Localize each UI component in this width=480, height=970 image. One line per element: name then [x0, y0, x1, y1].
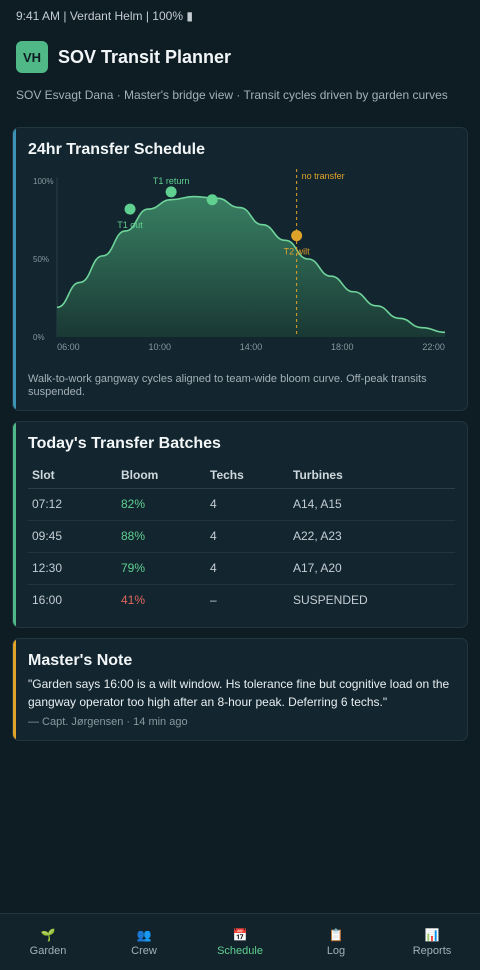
cell-techs: 4	[206, 552, 289, 585]
column-header-techs: Techs	[206, 462, 289, 489]
nav-label: Schedule	[217, 945, 263, 957]
nav-label: Log	[326, 945, 346, 957]
nav-label: Reports	[412, 945, 452, 957]
x-tick-label: 14:00	[240, 342, 263, 352]
cell-turbines: A17, A20	[289, 552, 455, 585]
cell-turbines: A14, A15	[289, 488, 455, 521]
nav-item-schedule[interactable]: 📅 Schedule	[192, 914, 288, 970]
cell-slot: 07:12	[28, 488, 117, 521]
cell-slot: 09:45	[28, 520, 117, 553]
cell-techs: –	[210, 593, 217, 608]
people-icon: 👥	[136, 928, 152, 942]
nav-label: Garden	[29, 945, 67, 957]
bar-chart-icon: 📊	[424, 928, 440, 942]
column-header-turbines: Turbines	[289, 462, 455, 489]
bottom-nav: 🌱 Garden 👥 Crew 📅 Schedule 📋 Log 📊 Repor…	[0, 913, 480, 970]
x-tick-label: 18:00	[331, 342, 354, 352]
marker-label: T1 out	[117, 220, 143, 230]
app-header: VH SOV Transit Planner	[16, 41, 231, 73]
nav-item-crew[interactable]: 👥 Crew	[96, 914, 192, 970]
nav-item-log[interactable]: 📋 Log	[288, 914, 384, 970]
cell-bloom: 88%	[117, 520, 206, 553]
x-tick-label: 06:00	[57, 342, 80, 352]
batches-card-title: Today's Transfer Batches	[28, 435, 221, 452]
marker-label: T1 return	[153, 176, 190, 186]
table-row[interactable]: 16:00 41% – SUSPENDED	[28, 584, 455, 616]
note-quote: "Garden says 16:00 is a wilt window. Hs …	[28, 677, 450, 709]
table-row[interactable]: 12:30 79% 4 A17, A20	[28, 552, 455, 585]
schedule-card: 24hr Transfer Schedule no transfer 0% 50% 1…	[12, 127, 468, 411]
nav-item-garden[interactable]: 🌱 Garden	[0, 914, 96, 970]
status-bar: 9:41 AM | Verdant Helm | 100% ▮	[16, 9, 193, 23]
marker-point	[165, 186, 177, 198]
cell-slot: 12:30	[28, 552, 117, 585]
table-row[interactable]: 09:45 88% 4 A22, A23	[28, 520, 455, 553]
calendar-icon: 📅	[232, 928, 248, 942]
x-tick-label: 22:00	[422, 342, 445, 352]
table-row[interactable]: 07:12 82% 4 A14, A15	[28, 488, 455, 521]
cell-slot: 16:00	[32, 593, 63, 608]
bloom-area-fill	[57, 196, 445, 337]
cell-techs: 4	[206, 488, 289, 521]
avatar[interactable]: VH	[16, 41, 48, 73]
transfer-schedule-chart: no transfer 0% 50% 100% 06:00 10:00 14:00 18:00…	[33, 169, 446, 352]
y-tick-label: 0%	[33, 333, 45, 342]
page-title: SOV Transit Planner	[58, 46, 232, 67]
marker-point	[124, 203, 136, 215]
cutoff-label: no transfer	[302, 171, 345, 181]
y-tick-label: 50%	[33, 255, 49, 264]
note-card-title: Master's Note	[28, 652, 133, 669]
cell-bloom: 82%	[117, 488, 206, 521]
vessel-subtitle: SOV Esvagt Dana · Master's bridge view ·…	[16, 88, 448, 102]
chart-caption: Walk-to-work gangway cycles aligned to t…	[28, 373, 427, 398]
cell-bloom: 79%	[117, 552, 206, 585]
column-header-bloom: Bloom	[117, 462, 206, 489]
x-tick-label: 10:00	[148, 342, 171, 352]
marker-label: T2 wilt	[284, 247, 311, 257]
cell-turbines: SUSPENDED	[293, 593, 368, 608]
marker-point	[291, 230, 303, 242]
sprout-icon: 🌱	[40, 928, 56, 942]
table-header-row: Slot Bloom Techs Turbines	[28, 462, 455, 489]
marker-point	[206, 194, 218, 206]
clipboard-icon: 📋	[328, 928, 344, 942]
cell-turbines: A22, A23	[289, 520, 455, 553]
masters-note-card: Master's Note "Garden says 16:00 is a wi…	[12, 638, 468, 741]
nav-label: Crew	[131, 945, 157, 957]
nav-item-reports[interactable]: 📊 Reports	[384, 914, 480, 970]
cell-bloom: 41%	[121, 593, 146, 608]
cell-techs: 4	[206, 520, 289, 553]
note-byline: — Capt. Jørgensen · 14 min ago	[28, 716, 188, 728]
batches-card: Today's Transfer Batches Slot Bloom Tech…	[12, 421, 468, 628]
column-header-slot: Slot	[28, 462, 117, 489]
y-tick-label: 100%	[33, 177, 53, 186]
batches-table: Slot Bloom Techs Turbines 07:12 82% 4 A1…	[28, 462, 455, 616]
